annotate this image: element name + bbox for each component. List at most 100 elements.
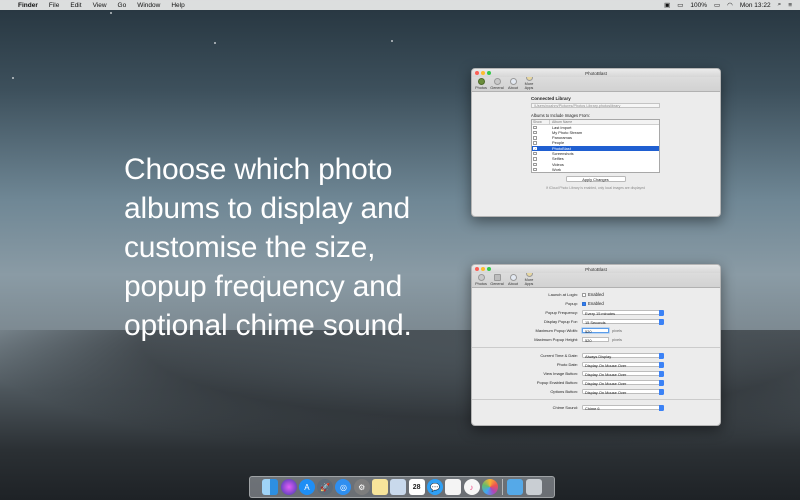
dock-separator [502, 479, 504, 495]
chime-row: Chime Sound: Chime 6 [478, 403, 714, 412]
max-height-label: Maximum Popup Height: [534, 337, 578, 342]
tab-photos-label: Photos [475, 282, 487, 286]
divider [472, 399, 720, 400]
itunes-icon[interactable]: ♪ [463, 479, 480, 495]
album-row[interactable]: Work [532, 167, 659, 172]
messages-icon[interactable]: 💬 [426, 479, 443, 495]
max-width-row: Maximum Popup Width: 520 pixels [478, 326, 714, 335]
photoblast-general-window: PhotoBlast Photos General About More App… [471, 264, 721, 426]
divider [472, 347, 720, 348]
launch-at-login-value[interactable]: Enabled [588, 292, 604, 297]
options-label: Options Button: [550, 389, 578, 394]
title-bar[interactable]: PhotoBlast [472, 265, 720, 273]
menu-go[interactable]: Go [118, 2, 127, 9]
connected-library-label: Connected Library [531, 96, 571, 101]
title-bar[interactable]: PhotoBlast [472, 69, 720, 77]
current-time-label: Current Time & Date: [540, 353, 578, 358]
preferences-toolbar: Photos General About More Apps [472, 74, 720, 92]
spotlight-icon[interactable]: ⌕ [778, 1, 782, 9]
menu-help[interactable]: Help [171, 2, 184, 9]
system-preferences-icon[interactable]: ⚙ [353, 479, 370, 495]
photos-tab-icon [477, 78, 485, 85]
tab-about-label: About [508, 86, 518, 90]
about-tab-icon [509, 78, 517, 85]
menu-view[interactable]: View [93, 2, 107, 9]
notification-center-icon[interactable]: ≡ [788, 2, 792, 9]
popup-enabled-row: Popup Enabled Button: Display On Mouse O… [478, 378, 714, 387]
chime-label: Chime Sound: [552, 405, 578, 410]
notes-icon[interactable] [372, 479, 389, 495]
popup-value[interactable]: Enabled [588, 301, 604, 306]
max-width-field[interactable]: 520 [582, 327, 609, 334]
star [110, 12, 112, 14]
finder-icon[interactable] [262, 479, 279, 495]
popup-checkbox[interactable] [582, 301, 586, 306]
photoblast-status-icon[interactable]: ▣ [664, 1, 670, 9]
window-title: PhotoBlast [585, 70, 607, 76]
view-image-row: View Image Button: Display On Mouse Over [478, 369, 714, 378]
preferences-toolbar: Photos General About More Apps [472, 270, 720, 288]
photos-icon[interactable] [481, 479, 498, 495]
preview-icon[interactable] [390, 479, 407, 495]
app-store-icon[interactable]: A [298, 479, 315, 495]
menu-edit[interactable]: Edit [70, 2, 81, 9]
calendar-icon[interactable]: 28 [408, 479, 425, 495]
popup-frequency-select[interactable]: Every 15 minutes [582, 309, 664, 316]
reminders-icon[interactable] [445, 479, 462, 495]
albums-label: Albums to Include Images From: [531, 113, 590, 118]
photo-date-row: Photo Date: Display On Mouse Over [478, 360, 714, 369]
tab-general-label: General [490, 282, 504, 286]
launch-at-login-checkbox[interactable] [582, 292, 586, 297]
popup-frequency-row: Popup Frequency: Every 15 minutes [478, 308, 714, 317]
chime-select[interactable]: Chime 6 [582, 404, 664, 411]
trash-icon[interactable] [525, 479, 542, 495]
album-show-checkbox[interactable] [532, 167, 550, 172]
airplay-icon[interactable]: ▭ [677, 1, 683, 9]
tab-general[interactable]: General [490, 78, 504, 90]
current-time-row: Current Time & Date: Always Display [478, 351, 714, 360]
tab-photos[interactable]: Photos [474, 78, 488, 90]
tab-general[interactable]: General [490, 274, 504, 286]
tab-about[interactable]: About [506, 274, 520, 286]
apply-changes-button[interactable]: Apply Changes [565, 176, 626, 183]
photo-date-select[interactable]: Display On Mouse Over [582, 361, 664, 368]
max-width-label: Maximum Popup Width: [535, 328, 578, 333]
view-image-select[interactable]: Display On Mouse Over [582, 370, 664, 377]
column-show[interactable]: Show [532, 120, 550, 124]
popup-enabled-label: Popup Enabled Button: [536, 380, 578, 385]
battery-icon: ▭ [714, 2, 721, 9]
tab-about[interactable]: About [506, 78, 520, 90]
tab-more-apps-label: More Apps [524, 82, 534, 90]
popup-enabled-select[interactable]: Display On Mouse Over [582, 379, 664, 386]
column-album-name[interactable]: Album Name [550, 120, 572, 124]
tab-more-apps-label: More Apps [524, 278, 534, 286]
downloads-folder-icon[interactable] [507, 479, 524, 495]
icloud-footnote: If iCloud Photo Library is enabled, only… [546, 186, 645, 191]
menu-app-name[interactable]: Finder [18, 2, 38, 9]
albums-table[interactable]: Show Album Name Last Import My Photo Stre… [531, 119, 660, 174]
star [391, 40, 393, 42]
marketing-headline: Choose which photo albums to display and… [124, 153, 412, 342]
general-tab-icon [493, 78, 501, 85]
options-select[interactable]: Display On Mouse Over [582, 388, 664, 395]
max-height-row: Maximum Popup Height: 520 pixels [478, 335, 714, 344]
popup-frequency-label: Popup Frequency: [545, 310, 578, 315]
tab-photos-label: Photos [475, 86, 487, 90]
tab-photos[interactable]: Photos [474, 274, 488, 286]
display-popup-for-row: Display Popup For: 15 Seconds [478, 317, 714, 326]
siri-icon[interactable] [280, 479, 297, 495]
display-popup-for-select[interactable]: 15 Seconds [582, 318, 664, 325]
library-path-field[interactable]: /Users/noahm/Pictures/Photos Library.pho… [531, 103, 660, 108]
max-height-unit: pixels [612, 337, 622, 342]
window-title: PhotoBlast [585, 266, 607, 272]
safari-icon[interactable]: ◎ [335, 479, 352, 495]
battery-percent[interactable]: 100% [690, 2, 707, 9]
max-height-field[interactable]: 520 [582, 336, 609, 343]
menu-window[interactable]: Window [137, 2, 160, 9]
current-time-select[interactable]: Always Display [582, 352, 664, 359]
launchpad-icon[interactable]: 🚀 [317, 479, 334, 495]
album-name: Work [552, 166, 562, 172]
menu-file[interactable]: File [49, 2, 59, 9]
clock[interactable]: Mon 13:22 [740, 2, 771, 9]
wifi-icon[interactable]: ◠ [727, 1, 733, 9]
